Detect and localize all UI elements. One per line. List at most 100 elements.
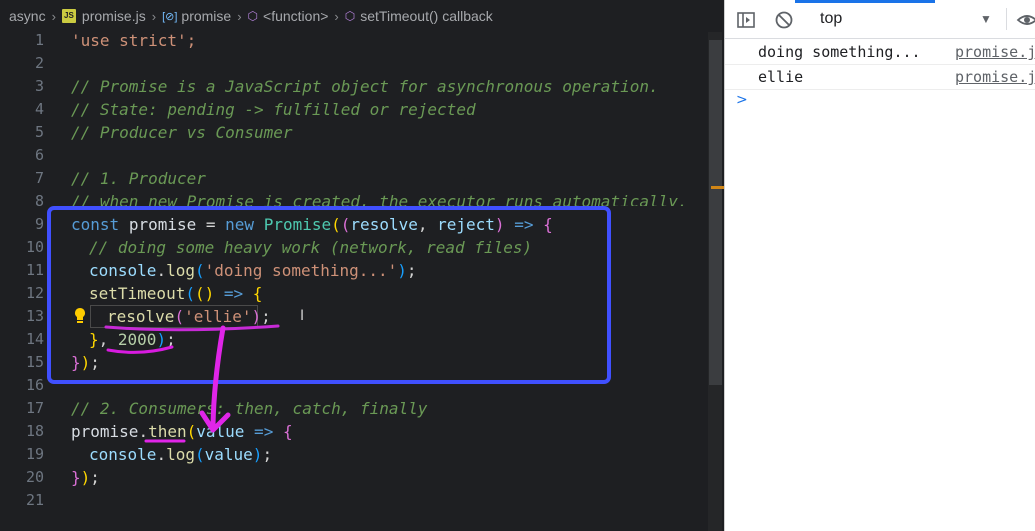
parameter-token: value [196, 422, 245, 441]
code-line: }); [71, 353, 100, 372]
breadcrumb-symbol-label: promise [181, 8, 232, 24]
code-line: 'use strict'; [71, 29, 196, 52]
breadcrumb-symbol-function[interactable]: ⬡ <function> [248, 8, 329, 24]
function-token: setTimeout [89, 284, 186, 303]
line-number: 2 [34, 54, 44, 72]
sidebar-toggle-icon[interactable] [736, 10, 756, 30]
eye-icon[interactable] [1016, 10, 1035, 30]
code-line: console.log('doing something...'); [89, 261, 417, 280]
variable-symbol-icon: [⊘] [162, 10, 178, 23]
line-number: 14 [25, 330, 44, 348]
line-number: 10 [25, 238, 44, 256]
identifier-token: promise [71, 422, 139, 441]
line-number: 20 [25, 468, 44, 486]
method-cube-icon: ⬡ [247, 9, 259, 23]
code-line: }, 2000); [89, 330, 176, 349]
parameter-token: resolve [350, 215, 418, 234]
parameter-token: value [204, 445, 253, 464]
punctuation-token: , [417, 215, 438, 234]
line-number: 4 [34, 100, 44, 118]
text-cursor-icon: I [300, 308, 305, 324]
breadcrumb-file-label: promise.js [81, 8, 146, 24]
breadcrumb-symbol-label: <function> [263, 8, 329, 24]
keyword-token: const [71, 215, 120, 234]
class-token: Promise [263, 215, 332, 234]
console-log-row: doing something... promise.js [725, 40, 1035, 65]
identifier-token: console [89, 261, 157, 280]
line-number: 3 [34, 77, 44, 95]
comment-token: // State: pending -> fulfilled or reject… [71, 100, 476, 119]
comment-token: // doing some heavy work (network, read … [89, 238, 533, 257]
line-number: 8 [34, 192, 44, 210]
code-line: // doing some heavy work (network, read … [89, 236, 532, 259]
lightbulb-icon[interactable] [73, 307, 87, 325]
context-selector-label: top [820, 10, 843, 27]
code-line: // 2. Consumers: then, catch, finally [71, 397, 427, 420]
operator-token: => [214, 284, 253, 303]
chevron-right-icon: › [237, 8, 242, 24]
breadcrumb-folder[interactable]: async [9, 8, 46, 24]
operator-token: => [244, 422, 283, 441]
code-line: }); [71, 468, 100, 487]
line-number: 17 [25, 399, 44, 417]
line-number: 7 [34, 169, 44, 187]
operator-token: => [504, 215, 544, 234]
console-log-message: doing something... [758, 43, 921, 61]
context-selector[interactable]: top ▼ [808, 6, 1028, 32]
line-number: 13 [25, 307, 44, 325]
line-number: 19 [25, 445, 44, 463]
method-cube-icon: ⬡ [344, 9, 356, 23]
line-number: 21 [25, 491, 44, 509]
line-number: 9 [34, 215, 44, 233]
code-line: // State: pending -> fulfilled or reject… [71, 98, 476, 121]
parameter-token: reject [437, 215, 495, 234]
breadcrumb: async › JS promise.js › [⊘] promise › ⬡ … [0, 0, 724, 32]
editor-scrollbar-thumb[interactable] [709, 40, 722, 385]
keyword-token: new [225, 215, 255, 234]
scrollbar-marker [711, 186, 724, 189]
code-line: const promise = new Promise((resolve, re… [71, 215, 553, 234]
breadcrumb-symbol-callback[interactable]: ⬡ setTimeout() callback [345, 8, 493, 24]
line-number: 11 [25, 261, 44, 279]
breadcrumb-file[interactable]: JS promise.js [61, 8, 146, 24]
code-line: resolve('ellie'); [107, 307, 271, 326]
function-token: log [166, 445, 195, 464]
javascript-file-icon: JS [61, 9, 76, 23]
active-tab-indicator [795, 0, 935, 3]
number-token: 2000 [117, 330, 157, 349]
string-token: 'use strict'; [71, 31, 197, 50]
line-number: 12 [25, 284, 44, 302]
breadcrumb-symbol-label: setTimeout() callback [360, 8, 493, 24]
identifier-token: promise [128, 215, 197, 234]
chevron-right-icon: › [151, 8, 157, 24]
operator-token: = [196, 215, 226, 234]
code-line: setTimeout(() => { [89, 284, 263, 303]
identifier-token: console [89, 445, 157, 464]
console-toolbar: top ▼ [725, 0, 1035, 39]
console-prompt-icon[interactable]: > [736, 92, 748, 108]
code-line: // Promise is a JavaScript object for as… [71, 75, 659, 98]
comment-token: // 1. Producer [71, 169, 206, 188]
code-line: promise.then(value => { [71, 422, 293, 441]
line-number: 16 [25, 376, 44, 394]
comment-token: // Producer vs Consumer [71, 123, 293, 142]
function-token: then [148, 422, 187, 441]
console-log-source-link[interactable]: promise.js [955, 40, 1035, 64]
console-log-row: ellie promise.js [725, 65, 1035, 90]
string-token: 'ellie' [184, 307, 252, 326]
line-number: 15 [25, 353, 44, 371]
line-number: 5 [34, 123, 44, 141]
clear-console-icon[interactable] [774, 10, 794, 30]
comment-token: // Promise is a JavaScript object for as… [71, 77, 659, 96]
string-token: 'doing something...' [204, 261, 398, 280]
console-log-source-link[interactable]: promise.js [955, 65, 1035, 89]
line-number: 18 [25, 422, 44, 440]
line-number: 6 [34, 146, 44, 164]
code-editor[interactable]: async › JS promise.js › [⊘] promise › ⬡ … [0, 0, 724, 531]
breadcrumb-symbol-promise[interactable]: [⊘] promise [162, 8, 231, 24]
code-line: console.log(value); [89, 445, 273, 464]
code-line: // when new Promise is created, the exec… [71, 190, 688, 206]
code-line: // Producer vs Consumer [71, 121, 293, 144]
dropdown-chevron-icon: ▼ [980, 12, 992, 26]
comment-token: // 2. Consumers: then, catch, finally [71, 399, 428, 418]
